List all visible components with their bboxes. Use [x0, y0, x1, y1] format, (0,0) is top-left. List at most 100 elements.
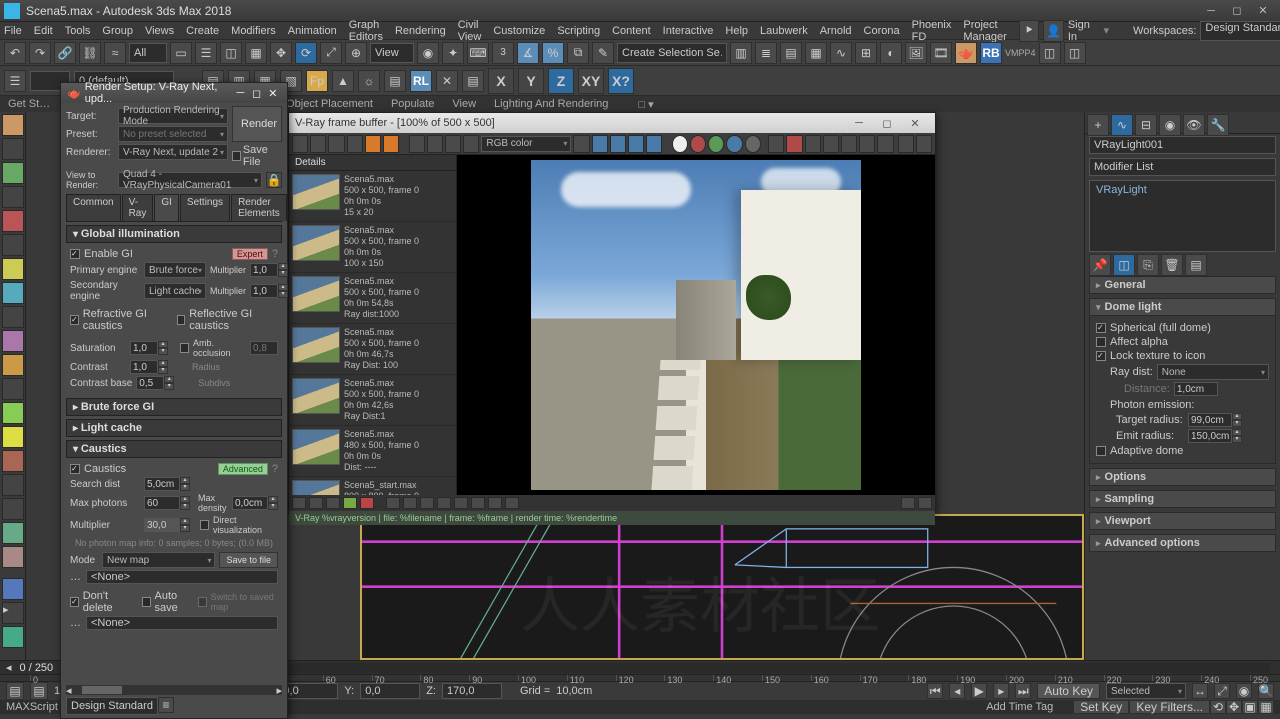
tool-icon[interactable]: ▸: [2, 602, 24, 624]
workspaces-combo[interactable]: Design Standard: [1200, 21, 1280, 41]
rollout-viewport[interactable]: Viewport: [1089, 512, 1276, 530]
redo-icon[interactable]: ↷: [29, 42, 51, 64]
layer-btn[interactable]: ✕: [436, 70, 458, 92]
vfb-tool-icon[interactable]: [745, 135, 761, 153]
history-item[interactable]: Scena5_start.max800 x 800, frame 00h 0m …: [289, 477, 456, 495]
vfb-tool-icon[interactable]: [610, 135, 626, 153]
save-to-file-button[interactable]: Save to file: [219, 552, 278, 568]
vfb-btn[interactable]: [901, 497, 915, 509]
rollout-dome-light[interactable]: Dome light: [1089, 298, 1276, 316]
tool-icon[interactable]: [2, 498, 24, 520]
ao-spinner[interactable]: [250, 341, 278, 355]
menu-item[interactable]: Modifiers: [231, 25, 276, 37]
menu-item[interactable]: Help: [725, 25, 748, 37]
play-next-icon[interactable]: ▸: [993, 683, 1009, 699]
secondary-engine-combo[interactable]: Light cache: [144, 283, 206, 299]
menu-item[interactable]: Content: [612, 25, 651, 37]
menu-item[interactable]: Create: [186, 25, 219, 37]
menu-item[interactable]: Group: [102, 25, 133, 37]
preset-combo[interactable]: No preset selected: [118, 126, 228, 142]
menu-item[interactable]: Project Manager: [963, 19, 1006, 43]
gi-tab[interactable]: GI: [154, 194, 179, 221]
tool-icon[interactable]: [2, 282, 24, 304]
common-tab[interactable]: Common: [66, 194, 121, 221]
auto-key-button[interactable]: Auto Key: [1037, 683, 1100, 699]
tool-icon[interactable]: [2, 402, 24, 424]
vfb-min-icon[interactable]: ─: [845, 117, 873, 130]
angle-snap-icon[interactable]: ∡: [517, 42, 539, 64]
vfb-tool-icon[interactable]: [859, 135, 875, 153]
move-icon[interactable]: ✥: [270, 42, 292, 64]
vfb-tool-icon[interactable]: [916, 135, 932, 153]
vfb-max-icon[interactable]: ◻: [873, 117, 901, 130]
menu-item[interactable]: File: [4, 25, 22, 37]
nav-icon[interactable]: ⟲: [1210, 700, 1226, 714]
tool-icon[interactable]: [2, 426, 24, 448]
map-path-2[interactable]: [86, 616, 278, 630]
vfb-btn[interactable]: [343, 497, 357, 509]
layer-btn[interactable]: ☼: [358, 70, 380, 92]
vfb-tool-icon[interactable]: [768, 135, 784, 153]
z-coord[interactable]: 170,0: [442, 683, 502, 699]
menu-item[interactable]: Tools: [65, 25, 91, 37]
tool-icon[interactable]: [2, 210, 24, 232]
play-end-icon[interactable]: ⏭: [1015, 683, 1031, 699]
edit-selection-icon[interactable]: ✎: [592, 42, 614, 64]
vfb-tool-icon[interactable]: [409, 135, 425, 153]
menu-item[interactable]: Animation: [288, 25, 337, 37]
select-region-icon[interactable]: ◫: [220, 42, 242, 64]
ao-checkbox[interactable]: [180, 343, 189, 353]
tool-icon[interactable]: [2, 546, 24, 568]
rl-icon[interactable]: RL: [410, 70, 432, 92]
target-radius-spinner[interactable]: [1188, 413, 1232, 427]
curve-editor-icon[interactable]: ∿: [830, 42, 852, 64]
spinner-snap-icon[interactable]: ⧉: [567, 42, 589, 64]
resource-icon[interactable]: RB: [980, 42, 1002, 64]
nav-icon[interactable]: ◉: [1236, 683, 1252, 699]
motion-tab-icon[interactable]: ◉: [1159, 114, 1181, 136]
rollout-advanced[interactable]: Advanced options: [1089, 534, 1276, 552]
axis-x-button[interactable]: X: [488, 68, 514, 94]
nav-icon[interactable]: ✥: [1226, 700, 1242, 714]
history-item[interactable]: Scena5.max500 x 500, frame 00h 0m 42,6sR…: [289, 375, 456, 426]
dialog-max-icon[interactable]: ◻: [248, 87, 264, 100]
nav-icon[interactable]: ⤢: [1214, 683, 1230, 699]
history-item[interactable]: Scena5.max500 x 500, frame 00h 0m 0s15 x…: [289, 171, 456, 222]
vfb-tool-icon[interactable]: [646, 135, 662, 153]
undo-icon[interactable]: ↶: [4, 42, 26, 64]
render-elements-tab[interactable]: Render Elements: [231, 194, 287, 221]
named-selection-combo[interactable]: [617, 43, 727, 63]
mode-combo[interactable]: New map: [102, 552, 215, 568]
window-crossing-icon[interactable]: ▦: [245, 42, 267, 64]
advanced-toggle[interactable]: Advanced: [218, 463, 268, 475]
refcoord-combo[interactable]: [370, 43, 414, 63]
axis-z-button[interactable]: Z: [548, 68, 574, 94]
vfb-btn[interactable]: [437, 497, 451, 509]
menu-item[interactable]: Arnold: [820, 25, 852, 37]
savefile-checkbox[interactable]: [232, 151, 241, 161]
lock-view-icon[interactable]: 🔒: [266, 172, 282, 188]
config-icon[interactable]: ▤: [1185, 254, 1207, 276]
vfb-btn[interactable]: [918, 497, 932, 509]
auto-save-checkbox[interactable]: [142, 597, 150, 607]
snap-icon[interactable]: 3: [492, 42, 514, 64]
vfb-btn[interactable]: [454, 497, 468, 509]
vfb-btn[interactable]: [326, 497, 340, 509]
menu-item[interactable]: Views: [145, 25, 174, 37]
modify-tab-icon[interactable]: ∿: [1111, 114, 1133, 136]
max-photons-spinner[interactable]: [144, 496, 180, 510]
tool-icon[interactable]: [2, 114, 24, 136]
percent-snap-icon[interactable]: %: [542, 42, 564, 64]
lock-texture-checkbox[interactable]: [1096, 351, 1106, 361]
emit-radius-spinner[interactable]: [1188, 429, 1232, 443]
vfb-btn[interactable]: [471, 497, 485, 509]
ribbon-tab[interactable]: View: [452, 98, 476, 110]
placement-icon[interactable]: ⊕: [345, 42, 367, 64]
direct-viz-checkbox[interactable]: [200, 520, 209, 530]
vfb-tool-icon[interactable]: [365, 135, 381, 153]
menu-item[interactable]: Laubwerk: [760, 25, 808, 37]
create-tab-icon[interactable]: +: [1087, 114, 1109, 136]
scrollbar-h[interactable]: ◂▸: [66, 685, 282, 695]
fp-icon[interactable]: Fp: [306, 70, 328, 92]
tool-icon[interactable]: [2, 258, 24, 280]
